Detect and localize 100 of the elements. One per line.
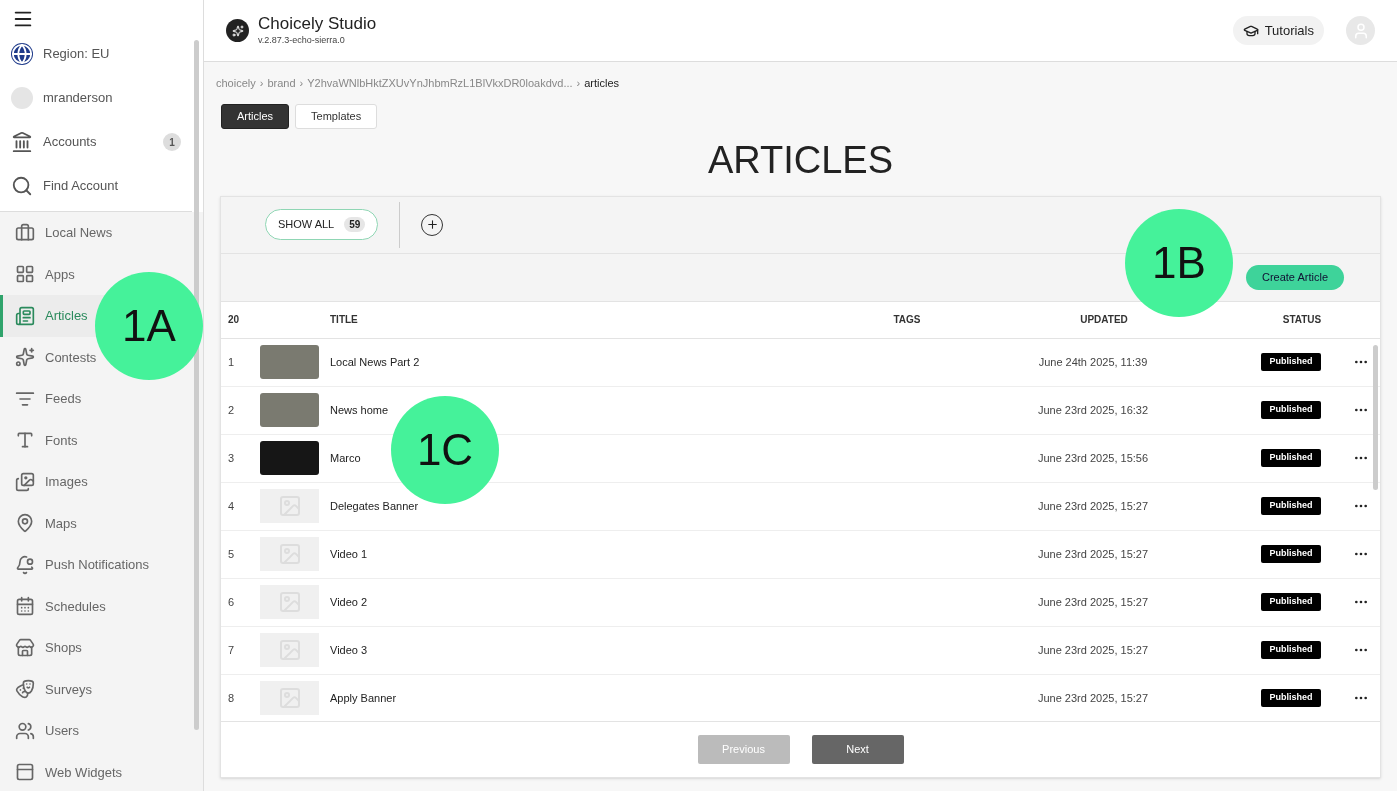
sidebar-label: mranderson xyxy=(43,89,114,108)
breadcrumb-link[interactable]: articles xyxy=(584,75,620,92)
version-label: v.2.87.3-echo-sierra.0 xyxy=(258,34,346,48)
status-badge: Published xyxy=(1261,689,1321,707)
sidebar-label: Accounts xyxy=(43,133,98,152)
briefcase-icon xyxy=(15,222,35,243)
row-index: 5 xyxy=(228,547,235,560)
page-title: ARTICLES xyxy=(706,137,895,182)
sidebar-label: Find Account xyxy=(43,177,120,196)
photo-placeholder xyxy=(260,393,319,427)
row-index: 3 xyxy=(228,451,235,464)
grid-icon xyxy=(15,264,35,285)
widget-icon xyxy=(15,762,35,783)
sidebar-item[interactable]: Shops xyxy=(15,637,82,658)
sidebar-item[interactable]: Find Account xyxy=(0,164,192,208)
updated-date: June 23rd 2025, 15:27 xyxy=(1037,499,1149,512)
sidebar-item[interactable]: mranderson xyxy=(0,76,192,120)
updated-date: June 24th 2025, 11:39 xyxy=(1038,355,1148,368)
updated-date: June 23rd 2025, 15:27 xyxy=(1037,691,1149,704)
updated-date: June 23rd 2025, 16:32 xyxy=(1037,403,1149,416)
sidebar-item[interactable]: Articles xyxy=(15,305,88,326)
status-badge: Published xyxy=(1261,497,1321,515)
article-title[interactable]: Video 2 xyxy=(330,595,368,608)
sidebar-item[interactable]: Local News xyxy=(15,222,113,243)
bank-icon xyxy=(11,131,33,153)
search-icon xyxy=(11,175,33,197)
sidebar-item[interactable]: Surveys xyxy=(15,679,92,700)
count-badge: 1 xyxy=(163,133,181,151)
photo-placeholder xyxy=(260,345,319,379)
row-index: 2 xyxy=(228,403,235,416)
column-header: 20 xyxy=(228,314,240,325)
tab[interactable]: Articles xyxy=(221,103,290,129)
article-title[interactable]: Apply Banner xyxy=(330,691,397,704)
breadcrumb-link[interactable]: brand xyxy=(267,75,296,92)
status-badge: Published xyxy=(1261,545,1321,563)
breadcrumb-separator: › xyxy=(576,76,581,91)
sidebar-item[interactable]: Accounts 1 xyxy=(0,120,192,164)
images-icon xyxy=(15,471,35,492)
shop-icon xyxy=(15,637,35,658)
article-title[interactable]: Video 3 xyxy=(330,643,368,656)
font-icon xyxy=(15,430,35,451)
row-index: 4 xyxy=(228,499,235,512)
globe-icon xyxy=(11,43,33,65)
article-title[interactable]: News home xyxy=(330,403,389,416)
masks-icon xyxy=(15,679,35,700)
column-header: UPDATED xyxy=(1080,314,1128,325)
column-header: TITLE xyxy=(330,314,358,325)
status-badge: Published xyxy=(1261,449,1321,467)
sidebar-item[interactable]: Push Notifications xyxy=(15,554,150,575)
article-title[interactable]: Video 1 xyxy=(330,547,368,560)
calendar-icon xyxy=(15,596,35,617)
sidebar-item[interactable]: Apps xyxy=(15,264,75,285)
app-title: Choicely Studio xyxy=(258,13,377,35)
sidebar-item[interactable]: Maps xyxy=(15,513,77,534)
image-placeholder-icon xyxy=(260,537,319,571)
status-badge: Published xyxy=(1261,401,1321,419)
breadcrumb-link[interactable]: Y2hvaWNlbHktZXUvYnJhbmRzL1BlVkxDR0loakdvd... xyxy=(307,75,573,92)
sidebar-item[interactable]: Web Widgets xyxy=(15,762,123,783)
count-badge: 59 xyxy=(344,217,366,232)
status-badge: Published xyxy=(1261,641,1321,659)
sidebar-item[interactable]: Contests xyxy=(15,347,97,368)
map-pin-icon xyxy=(15,513,35,534)
create-article-button[interactable]: Create Article xyxy=(1245,264,1344,290)
sidebar-item[interactable]: Feeds xyxy=(15,388,82,409)
image-placeholder-icon xyxy=(260,489,319,523)
tutorials-button[interactable]: Tutorials xyxy=(1232,16,1324,45)
article-title[interactable]: Marco xyxy=(330,451,361,464)
article-icon xyxy=(15,305,35,326)
sidebar-label: Region: EU xyxy=(43,45,111,64)
logo-icon xyxy=(226,19,249,42)
sidebar-item[interactable]: Schedules xyxy=(15,596,106,617)
updated-date: June 23rd 2025, 15:27 xyxy=(1037,643,1149,656)
breadcrumb-separator: › xyxy=(299,76,304,91)
breadcrumb-link[interactable]: choicely xyxy=(216,75,256,92)
status-badge: Published xyxy=(1261,353,1321,371)
avatar-icon xyxy=(11,87,33,109)
breadcrumb-separator: › xyxy=(259,76,264,91)
filter-chip[interactable]: SHOW ALL 59 xyxy=(265,209,379,240)
users-icon xyxy=(15,720,35,741)
image-placeholder-icon xyxy=(260,681,319,715)
notification-icon xyxy=(15,554,35,575)
updated-date: June 23rd 2025, 15:27 xyxy=(1037,547,1149,560)
updated-date: June 23rd 2025, 15:27 xyxy=(1037,595,1149,608)
sidebar-item[interactable]: Region: EU xyxy=(0,32,192,76)
row-index: 6 xyxy=(228,595,235,608)
sidebar-item[interactable]: Fonts xyxy=(15,430,78,451)
status-badge: Published xyxy=(1261,593,1321,611)
column-header: STATUS xyxy=(1282,314,1322,325)
article-title[interactable]: Local News Part 2 xyxy=(330,355,420,368)
sidebar-item[interactable]: Images xyxy=(15,471,88,492)
row-index: 7 xyxy=(228,643,235,656)
photo-placeholder xyxy=(260,441,319,475)
tab[interactable]: Templates xyxy=(295,103,378,129)
row-index: 8 xyxy=(228,691,235,704)
image-placeholder-icon xyxy=(260,633,319,667)
next-button[interactable]: Next xyxy=(811,734,904,764)
sidebar-item[interactable]: Users xyxy=(15,720,79,741)
stars-icon xyxy=(15,347,35,368)
column-header: TAGS xyxy=(893,314,921,325)
row-index: 1 xyxy=(228,355,235,368)
